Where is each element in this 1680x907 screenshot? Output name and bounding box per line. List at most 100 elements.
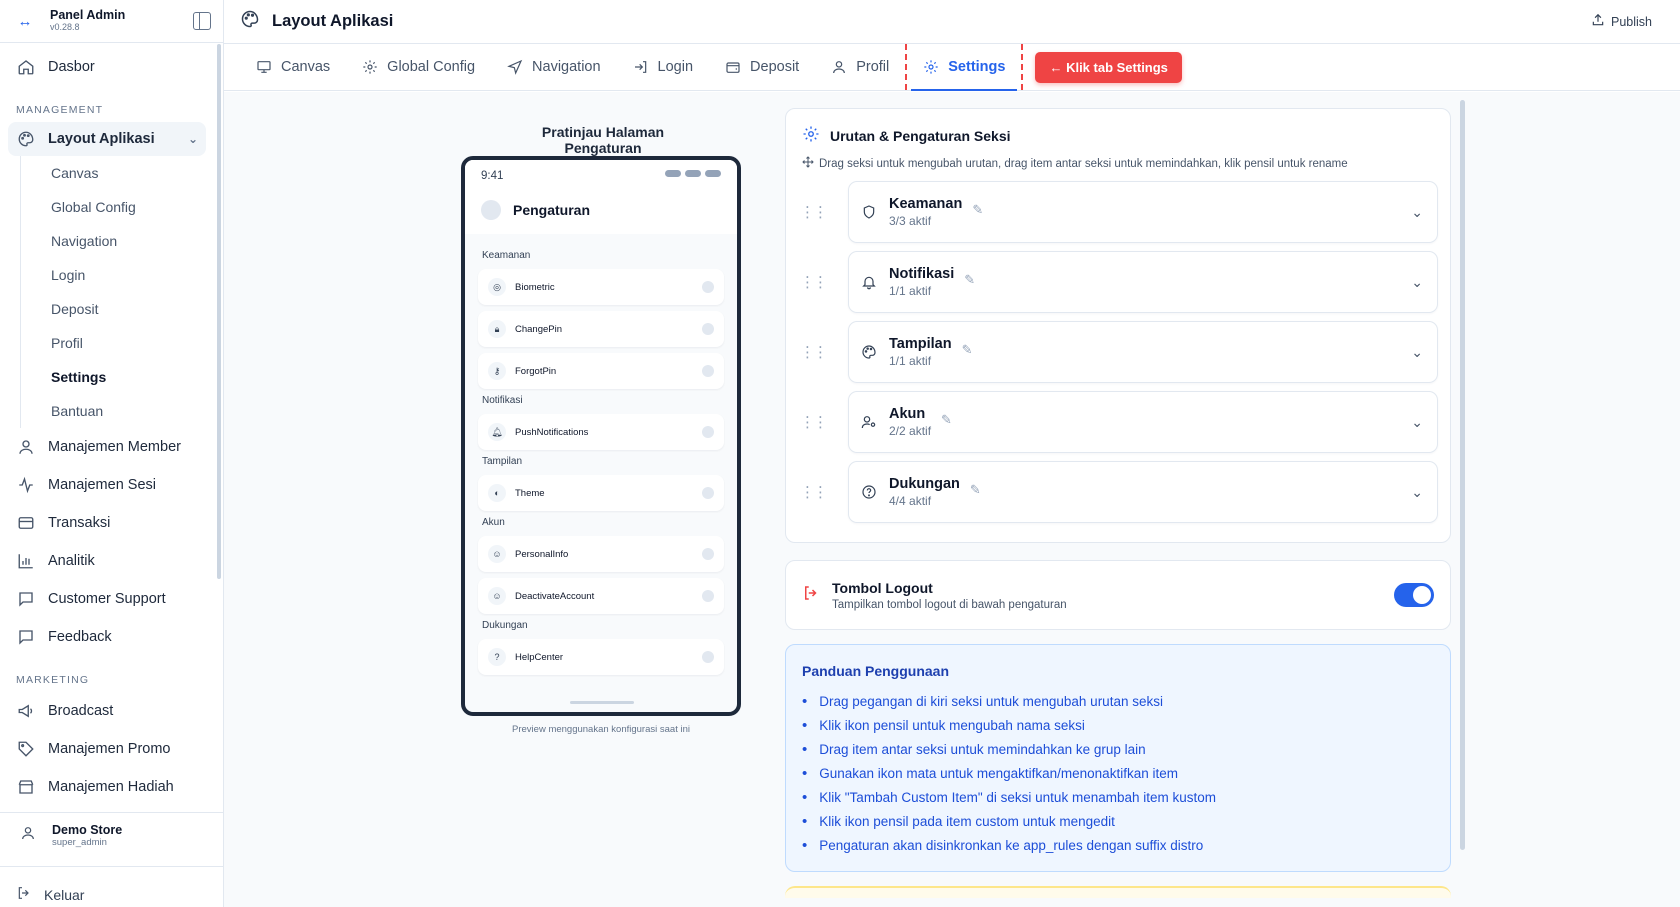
- preview-item-label: Biometric: [515, 281, 555, 293]
- chevron-down-icon[interactable]: ⌄: [188, 132, 198, 146]
- monitor-icon: [256, 59, 272, 75]
- main-scrollbar[interactable]: [1460, 100, 1465, 850]
- section-box[interactable]: Notifikasi 1/1 aktif ✎ ⌄: [848, 251, 1438, 313]
- preview-group-label: Notifikasi: [482, 395, 523, 406]
- tab-global-config[interactable]: Global Config: [346, 44, 491, 90]
- user-icon: [20, 825, 38, 846]
- drag-handle-icon[interactable]: ⋮⋮: [798, 483, 828, 501]
- section-row-tampilan[interactable]: ⋮⋮ Tampilan 1/1 aktif ✎ ⌄: [798, 321, 1438, 383]
- section-box[interactable]: Akun 2/2 aktif ✎ ⌄: [848, 391, 1438, 453]
- tab-deposit[interactable]: Deposit: [709, 44, 815, 90]
- logout-icon: [16, 885, 32, 904]
- page-title: Layout Aplikasi: [272, 12, 394, 30]
- logout-link[interactable]: Keluar: [0, 866, 224, 907]
- guide-item: Pengaturan akan disinkronkan ke app_rule…: [802, 833, 1434, 857]
- gear-icon: [362, 59, 378, 75]
- wallet-icon: [725, 59, 741, 75]
- sidebar-item-manajemen-member[interactable]: Manajemen Member: [0, 428, 214, 466]
- preview-item-label: ForgotPin: [515, 365, 557, 377]
- preview-item-label: HelpCenter: [515, 651, 564, 663]
- sidebar-subitem-deposit[interactable]: Deposit: [21, 292, 214, 326]
- section-box[interactable]: Keamanan 3/3 aktif ✎ ⌄: [848, 181, 1438, 243]
- sidebar-subitem-navigation[interactable]: Navigation: [21, 224, 214, 258]
- sidebar-nav[interactable]: Dasbor MANAGEMENT Layout Aplikasi ⌄ Canv…: [0, 44, 214, 810]
- sidebar-item-customer-support[interactable]: Customer Support: [0, 580, 214, 618]
- sidebar-item-analitik[interactable]: Analitik: [0, 542, 214, 580]
- sidebar-subitem-bantuan[interactable]: Bantuan: [21, 394, 214, 428]
- section-box[interactable]: Dukungan 4/4 aktif ✎ ⌄: [848, 461, 1438, 523]
- palette-icon: [240, 9, 260, 34]
- section-name: Dukungan: [889, 476, 960, 492]
- guide-item: Gunakan ikon mata untuk mengaktifkan/men…: [802, 761, 1434, 785]
- pencil-icon[interactable]: ✎: [972, 202, 983, 218]
- login-icon: [633, 59, 649, 75]
- drag-handle-icon[interactable]: ⋮⋮: [798, 273, 828, 291]
- drag-handle-icon[interactable]: ⋮⋮: [798, 413, 828, 431]
- tab-profil[interactable]: Profil: [815, 44, 905, 90]
- preview-item-changepin: 🔒︎ ChangePin: [478, 311, 724, 347]
- chevron-down-icon[interactable]: ⌄: [1411, 274, 1423, 291]
- sidebar-item-layout-aplikasi[interactable]: Layout Aplikasi ⌄: [8, 122, 206, 156]
- sidebar-subitem-profil[interactable]: Profil: [21, 326, 214, 360]
- chevron-down-icon[interactable]: ⌄: [1411, 344, 1423, 361]
- sidebar-item-manajemen-hadiah[interactable]: Manajemen Hadiah: [0, 768, 214, 806]
- preview-item-label: ChangePin: [515, 323, 563, 335]
- message-icon: [16, 627, 36, 647]
- usage-guide-card: Panduan Penggunaan Drag pegangan di kiri…: [785, 644, 1451, 872]
- preview-item-toggle: [702, 651, 714, 663]
- section-row-notifikasi[interactable]: ⋮⋮ Notifikasi 1/1 aktif ✎ ⌄: [798, 251, 1438, 313]
- palette-icon: [16, 129, 36, 149]
- user-profile[interactable]: Demo Store super_admin: [0, 812, 224, 857]
- preview-item-label: PushNotifications: [515, 426, 589, 438]
- sidebar-collapse-icon[interactable]: [193, 12, 211, 30]
- sidebar-item-manajemen-sesi[interactable]: Manajemen Sesi: [0, 466, 214, 504]
- chevron-down-icon[interactable]: ⌄: [1411, 484, 1423, 501]
- bar-chart-icon: [16, 551, 36, 571]
- brand-version: v0.28.8: [50, 21, 80, 32]
- sidebar-subitem-login[interactable]: Login: [21, 258, 214, 292]
- section-name: Notifikasi: [889, 266, 955, 282]
- sidebar-item-dasbor[interactable]: Dasbor: [0, 48, 214, 86]
- sidebar-scrollbar[interactable]: [217, 44, 221, 579]
- guide-list: Drag pegangan di kiri seksi untuk mengub…: [802, 689, 1434, 857]
- user-icon: [16, 437, 36, 457]
- tab-navigation[interactable]: Navigation: [491, 44, 617, 90]
- sidebar-subitem-global-config[interactable]: Global Config: [21, 190, 214, 224]
- megaphone-icon: [16, 701, 36, 721]
- sidebar-item-feedback[interactable]: Feedback: [0, 618, 214, 656]
- section-row-dukungan[interactable]: ⋮⋮ Dukungan 4/4 aktif ✎ ⌄: [798, 461, 1438, 523]
- section-row-keamanan[interactable]: ⋮⋮ Keamanan 3/3 aktif ✎ ⌄: [798, 181, 1438, 243]
- sidebar-item-label: Manajemen Sesi: [48, 477, 156, 493]
- preview-group-label: Tampilan: [482, 456, 523, 467]
- pencil-icon[interactable]: ✎: [962, 342, 973, 358]
- chevron-down-icon[interactable]: ⌄: [1411, 204, 1423, 221]
- sidebar-item-manajemen-promo[interactable]: Manajemen Promo: [0, 730, 214, 768]
- tab-login[interactable]: Login: [617, 44, 709, 90]
- preview-item-personalinfo: ☺ PersonalInfo: [478, 536, 724, 572]
- chevron-down-icon[interactable]: ⌄: [1411, 414, 1423, 431]
- pencil-icon[interactable]: ✎: [964, 272, 975, 288]
- section-box[interactable]: Tampilan 1/1 aktif ✎ ⌄: [848, 321, 1438, 383]
- preview-item-toggle: [702, 487, 714, 499]
- drag-handle-icon[interactable]: ⋮⋮: [798, 343, 828, 361]
- pencil-icon[interactable]: ✎: [941, 412, 952, 428]
- drag-handle-icon[interactable]: ⋮⋮: [798, 203, 828, 221]
- pencil-icon[interactable]: ✎: [970, 482, 981, 498]
- sidebar-subitem-canvas[interactable]: Canvas: [21, 156, 214, 190]
- logout-toggle-switch[interactable]: [1394, 583, 1434, 607]
- publish-button[interactable]: Publish: [1591, 13, 1652, 30]
- activity-icon: [16, 475, 36, 495]
- sidebar-subitem-settings[interactable]: Settings: [21, 360, 214, 394]
- preview-item-label: PersonalInfo: [515, 548, 569, 560]
- sidebar-item-transaksi[interactable]: Transaksi: [0, 504, 214, 542]
- sidebar-item-label: Manajemen Promo: [48, 741, 171, 757]
- section-active-count: 4/4 aktif: [889, 494, 932, 508]
- preview-item-label: DeactivateAccount: [515, 590, 595, 602]
- sidebar: ↔ Panel Admin v0.28.8 Dasbor MANAGEMENT …: [0, 0, 224, 907]
- tab-settings[interactable]: Settings: [905, 44, 1024, 91]
- phone-settings-list: Keamanan ◎ Biometric 🔒︎ ChangePin ⚷ ForgotPin N…: [465, 234, 737, 691]
- sidebar-item-broadcast[interactable]: Broadcast: [0, 692, 214, 730]
- tab-canvas[interactable]: Canvas: [240, 44, 346, 90]
- preview-item-label: Theme: [515, 487, 545, 499]
- section-row-akun[interactable]: ⋮⋮ Akun 2/2 aktif ✎ ⌄: [798, 391, 1438, 453]
